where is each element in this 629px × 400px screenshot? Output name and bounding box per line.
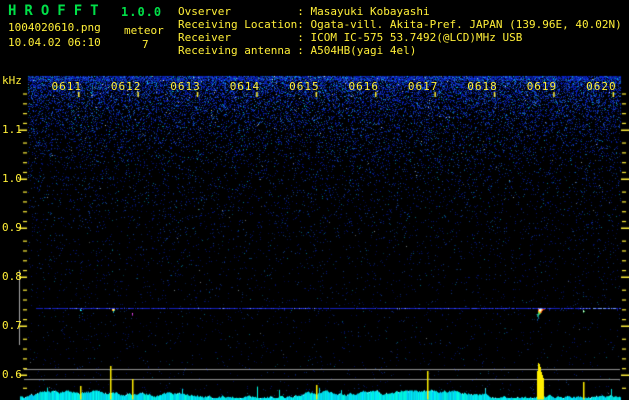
spectrogram-canvas — [0, 0, 629, 400]
time-label-0616: 0616 — [348, 80, 379, 93]
echo-count: 7 — [142, 38, 149, 51]
app-version: 1.0.0 — [121, 5, 163, 19]
datetime-label: 10.04.02 06:10 — [8, 36, 101, 49]
time-label-0614: 0614 — [229, 80, 261, 93]
time-label-0620: 0620 — [586, 80, 617, 93]
time-label-0613: 0613 — [170, 80, 201, 93]
time-label-0611: 0611 — [51, 80, 82, 93]
station-info-row-0: Ovserver : Masayuki Kobayashi — [178, 5, 430, 18]
freq-label-0.6: 0.6 — [2, 368, 22, 381]
station-info-row-2: Receiver : ICOM IC-575 53.7492(@LCD)MHz … — [178, 31, 523, 44]
station-info-row-1: Receiving Location: Ogata-vill. Akita-Pr… — [178, 18, 622, 31]
app-title: HROFFT — [8, 3, 107, 19]
time-label-0615: 0615 — [289, 80, 320, 93]
freq-label-0.7: 0.7 — [2, 319, 22, 332]
mode-label: meteor — [124, 24, 164, 37]
freq-label-1.0: 1.0 — [2, 172, 22, 185]
freq-label-1.1: 1.1 — [2, 123, 22, 136]
time-label-0612: 0612 — [110, 80, 142, 93]
time-label-0617: 0617 — [407, 80, 439, 93]
time-label-0619: 0619 — [526, 80, 558, 93]
hrofft-screen: HROFFT 1.0.0 1004020610.png meteor 10.04… — [0, 0, 629, 400]
filename-label: 1004020610.png — [8, 21, 101, 34]
station-info: Ovserver : Masayuki Kobayashi Receiving L… — [178, 5, 622, 57]
station-info-row-3: Receiving antenna : A504HB(yagi 4el) — [178, 44, 417, 57]
freq-label-0.9: 0.9 — [2, 221, 22, 234]
freq-axis-unit: kHz — [2, 74, 22, 87]
time-label-0618: 0618 — [467, 80, 498, 93]
freq-label-0.8: 0.8 — [2, 270, 22, 283]
